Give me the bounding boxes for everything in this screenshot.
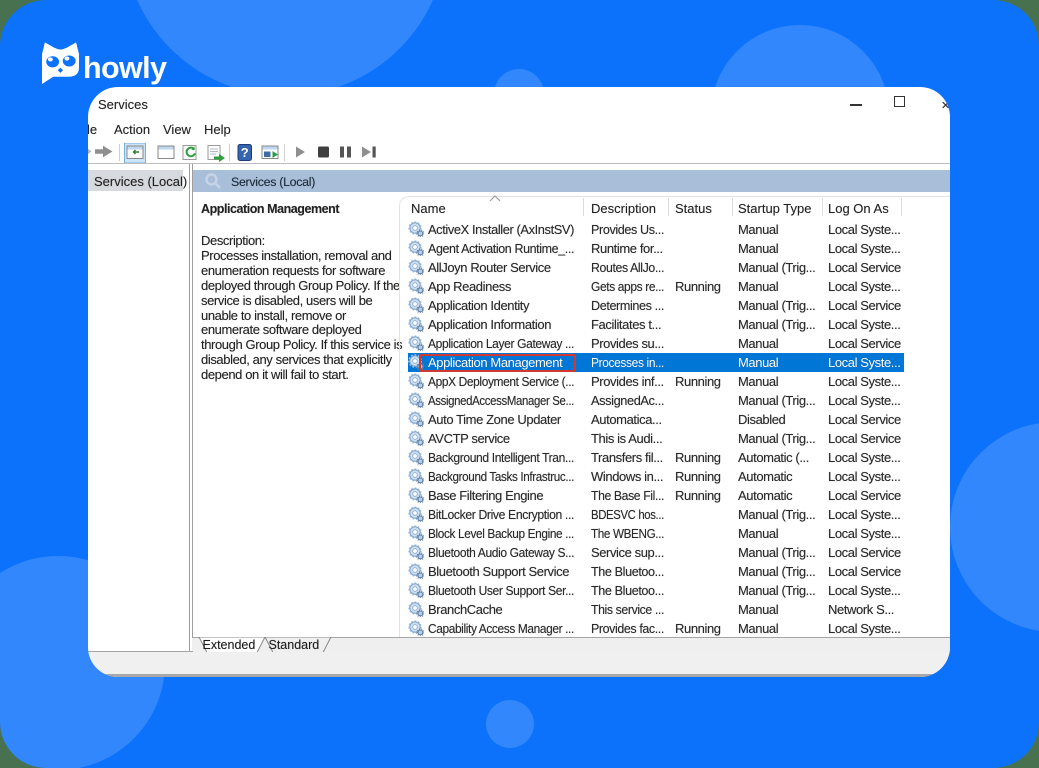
svg-text:?: ? <box>241 145 249 160</box>
svg-text:Standard: Standard <box>269 638 320 652</box>
svg-text:Extended: Extended <box>203 638 256 652</box>
